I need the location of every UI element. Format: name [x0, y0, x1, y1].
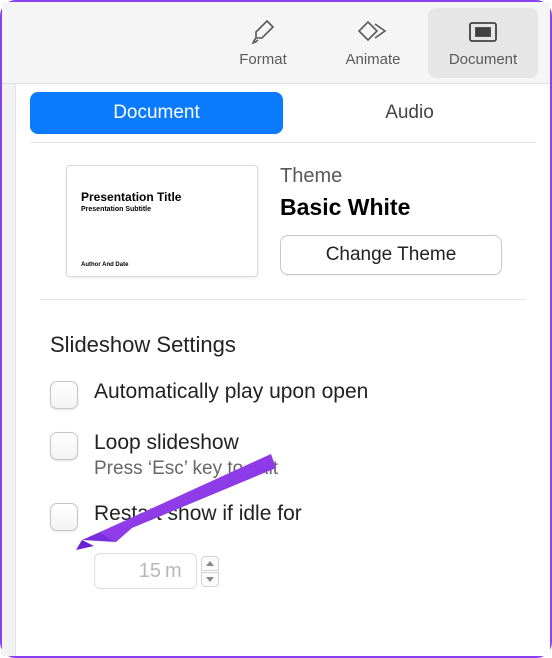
- document-icon: [468, 17, 498, 47]
- restart-checkbox[interactable]: [50, 503, 78, 531]
- loop-sublabel: Press ‘Esc’ key to exit: [94, 458, 278, 480]
- stepper-down[interactable]: [201, 572, 219, 587]
- thumb-subtitle: Presentation Subtitle: [81, 206, 243, 213]
- diamond-icon: [357, 17, 389, 47]
- animate-tab[interactable]: Animate: [318, 8, 428, 78]
- slideshow-settings: Slideshow Settings Automatically play up…: [16, 300, 550, 599]
- loop-label: Loop slideshow: [94, 431, 278, 455]
- theme-info: Theme Basic White Change Theme: [280, 165, 502, 277]
- restart-label: Restart show if idle for: [94, 502, 302, 526]
- tab-document[interactable]: Document: [30, 92, 283, 134]
- restart-row: Restart show if idle for: [50, 502, 516, 531]
- loop-row: Loop slideshow Press ‘Esc’ key to exit: [50, 431, 516, 480]
- theme-name: Basic White: [280, 194, 502, 221]
- format-label: Format: [239, 51, 287, 68]
- document-tab[interactable]: Document: [428, 8, 538, 78]
- left-rail: [2, 84, 16, 656]
- idle-value[interactable]: 15: [109, 560, 165, 583]
- change-theme-button[interactable]: Change Theme: [280, 235, 502, 275]
- theme-thumbnail[interactable]: Presentation Title Presentation Subtitle…: [66, 165, 258, 277]
- brush-icon: [249, 17, 277, 47]
- thumb-author: Author And Date: [81, 262, 243, 268]
- theme-label: Theme: [280, 165, 502, 188]
- animate-label: Animate: [345, 51, 400, 68]
- loop-checkbox[interactable]: [50, 432, 78, 460]
- idle-unit: m: [165, 560, 190, 583]
- tab-audio[interactable]: Audio: [283, 92, 536, 134]
- document-label: Document: [449, 51, 517, 68]
- auto-play-checkbox[interactable]: [50, 381, 78, 409]
- auto-play-row: Automatically play upon open: [50, 380, 516, 409]
- document-panel: Document Audio Presentation Title Presen…: [16, 84, 550, 656]
- auto-play-label: Automatically play upon open: [94, 380, 368, 404]
- stepper-up[interactable]: [201, 556, 219, 571]
- theme-section: Presentation Title Presentation Subtitle…: [40, 143, 526, 300]
- settings-title: Slideshow Settings: [50, 332, 516, 358]
- thumb-title: Presentation Title: [81, 190, 243, 204]
- idle-stepper: 15 m: [94, 553, 516, 589]
- inspector-toolbar: Format Animate Document: [2, 2, 550, 84]
- format-tab[interactable]: Format: [208, 8, 318, 78]
- segmented-control: Document Audio: [30, 92, 536, 143]
